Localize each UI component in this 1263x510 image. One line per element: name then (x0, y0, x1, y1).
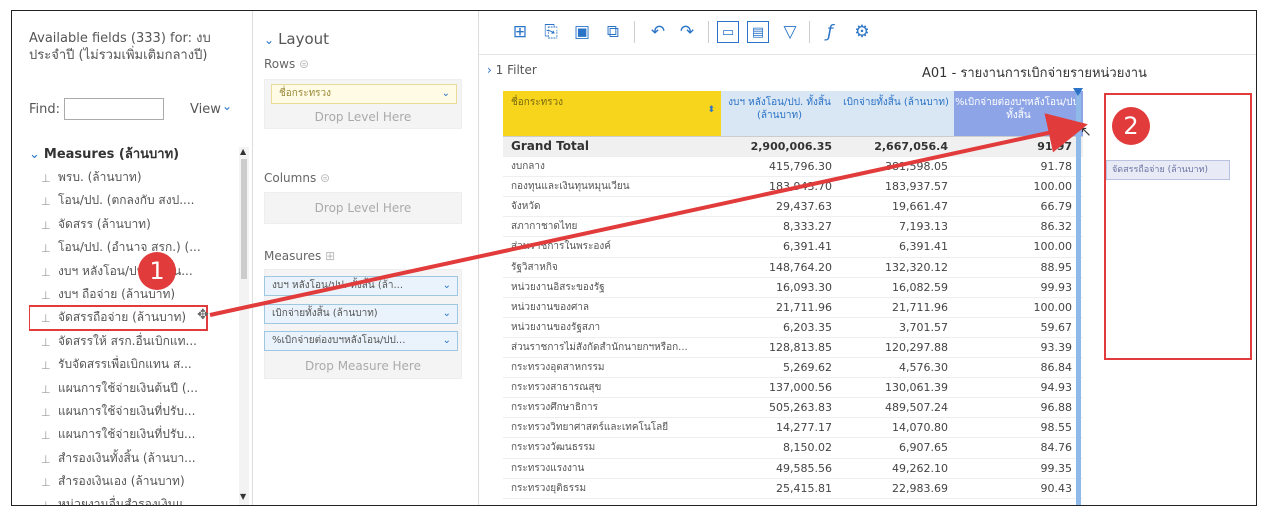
app-window: Available fields (333) for: งบประจำปี (ไ… (11, 10, 1257, 506)
step-badge-1: 1 (138, 252, 176, 290)
move-cursor-icon: ✥ (197, 307, 209, 323)
drag-arrow (209, 113, 1088, 317)
step-badge-2: 2 (1112, 107, 1150, 145)
